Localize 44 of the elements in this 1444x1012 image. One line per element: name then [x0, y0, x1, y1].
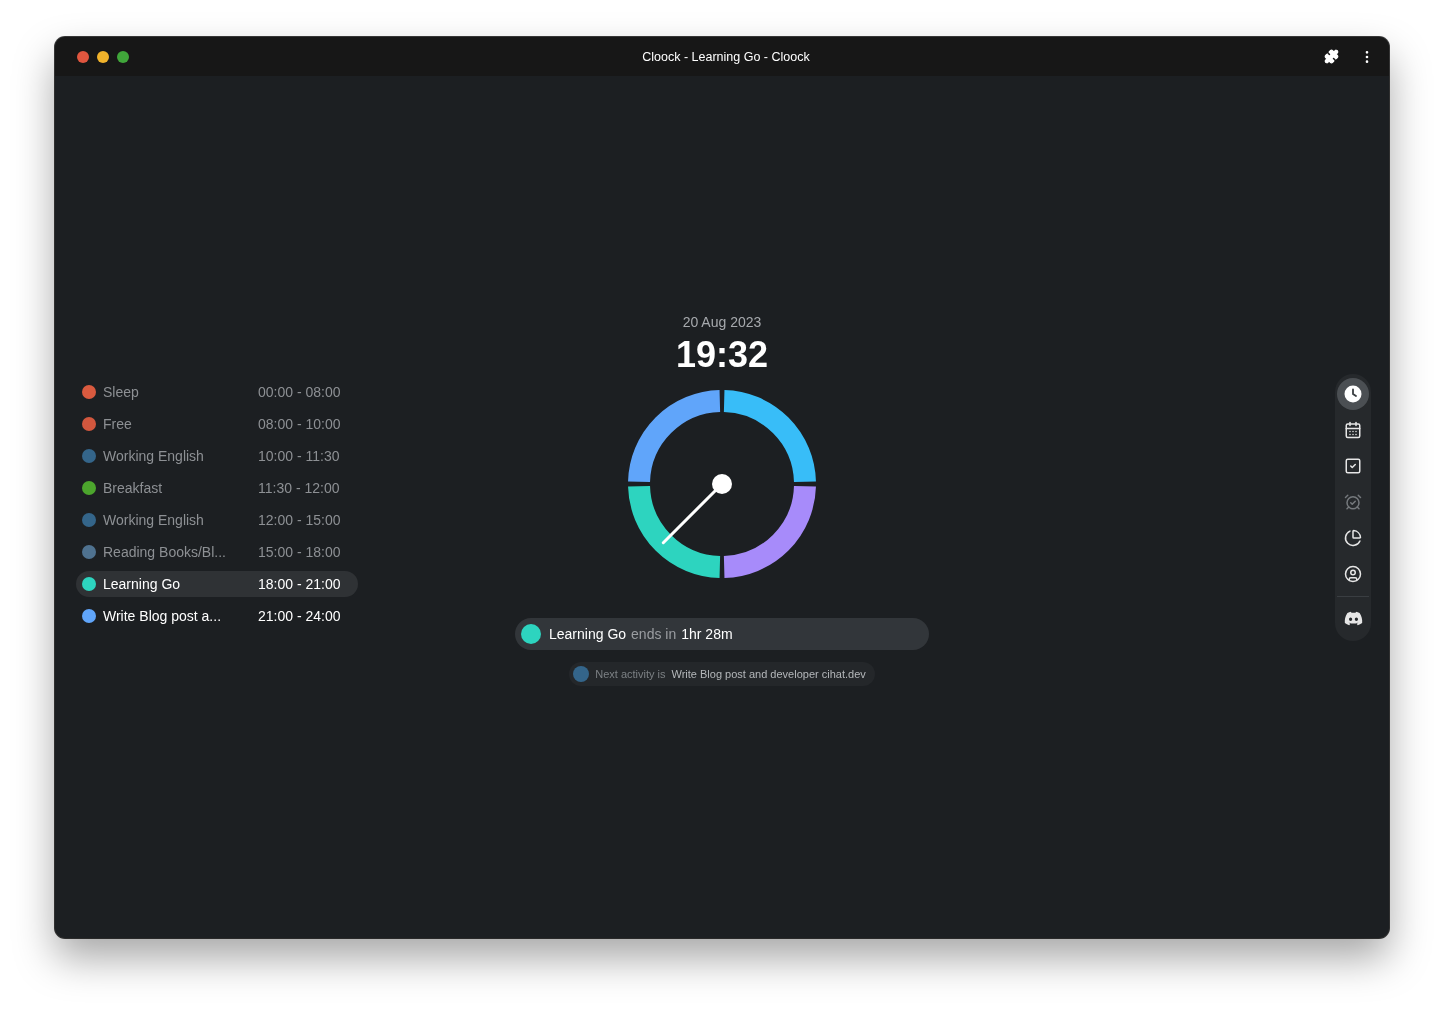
next-activity-name: Write Blog post and developer cihat.dev	[671, 668, 866, 680]
activity-name: Write Blog post a...	[103, 608, 222, 624]
next-activity-label: Next activity is	[595, 668, 666, 680]
minimize-button[interactable]	[97, 50, 109, 63]
puzzle-icon[interactable]	[1324, 49, 1339, 64]
tasks-icon	[1344, 456, 1362, 475]
activity-name: Working English	[103, 512, 205, 528]
activity-row[interactable]: Working English 10:00 - 11:30	[76, 443, 358, 469]
ends-in-label: ends in	[631, 626, 677, 642]
activity-time: 11:30 - 12:00	[258, 480, 341, 496]
activity-row[interactable]: Free 08:00 - 10:00	[76, 411, 358, 437]
activity-time: 00:00 - 08:00	[258, 384, 342, 400]
activity-name: Sleep	[103, 384, 140, 400]
pie-chart-icon	[1344, 528, 1362, 547]
activity-row[interactable]: Learning Go 18:00 - 21:00	[76, 571, 358, 597]
activity-name: Learning Go	[103, 576, 182, 592]
alarm-clock-icon	[1344, 492, 1362, 511]
current-activity-name: Learning Go	[549, 626, 627, 642]
calendar-icon	[1344, 420, 1362, 439]
activity-name: Breakfast	[103, 480, 164, 496]
activity-time: 08:00 - 10:00	[258, 416, 342, 432]
activity-time: 10:00 - 11:30	[258, 448, 341, 464]
close-button[interactable]	[77, 50, 89, 63]
current-time: 19:32	[675, 334, 769, 376]
activity-time: 18:00 - 21:00	[258, 576, 342, 592]
current-date: 20 Aug 2023	[682, 314, 762, 330]
activity-name: Working English	[103, 448, 205, 464]
remaining-time: 1hr 28m	[681, 626, 733, 642]
activity-row[interactable]: Reading Books/Bl... 15:00 - 18:00	[76, 539, 358, 565]
window-title: Cloock - Learning Go - Cloock	[641, 49, 811, 64]
activity-time: 21:00 - 24:00	[258, 608, 342, 624]
discord-icon	[1343, 609, 1363, 628]
activity-time: 12:00 - 15:00	[258, 512, 342, 528]
clock-icon	[1344, 384, 1362, 403]
activity-time: 15:00 - 18:00	[258, 544, 342, 560]
activity-row[interactable]: Sleep 00:00 - 08:00	[76, 379, 358, 405]
maximize-button[interactable]	[117, 50, 129, 63]
activity-row[interactable]: Working English 12:00 - 15:00	[76, 507, 358, 533]
clock-nav-button[interactable]	[1337, 377, 1369, 410]
activity-row[interactable]: Write Blog post a... 21:00 - 24:00	[76, 603, 358, 629]
activity-row[interactable]: Breakfast 11:30 - 12:00	[76, 475, 358, 501]
activity-name: Free	[103, 416, 133, 432]
activity-name: Reading Books/Bl...	[103, 544, 227, 560]
user-icon	[1344, 564, 1362, 583]
